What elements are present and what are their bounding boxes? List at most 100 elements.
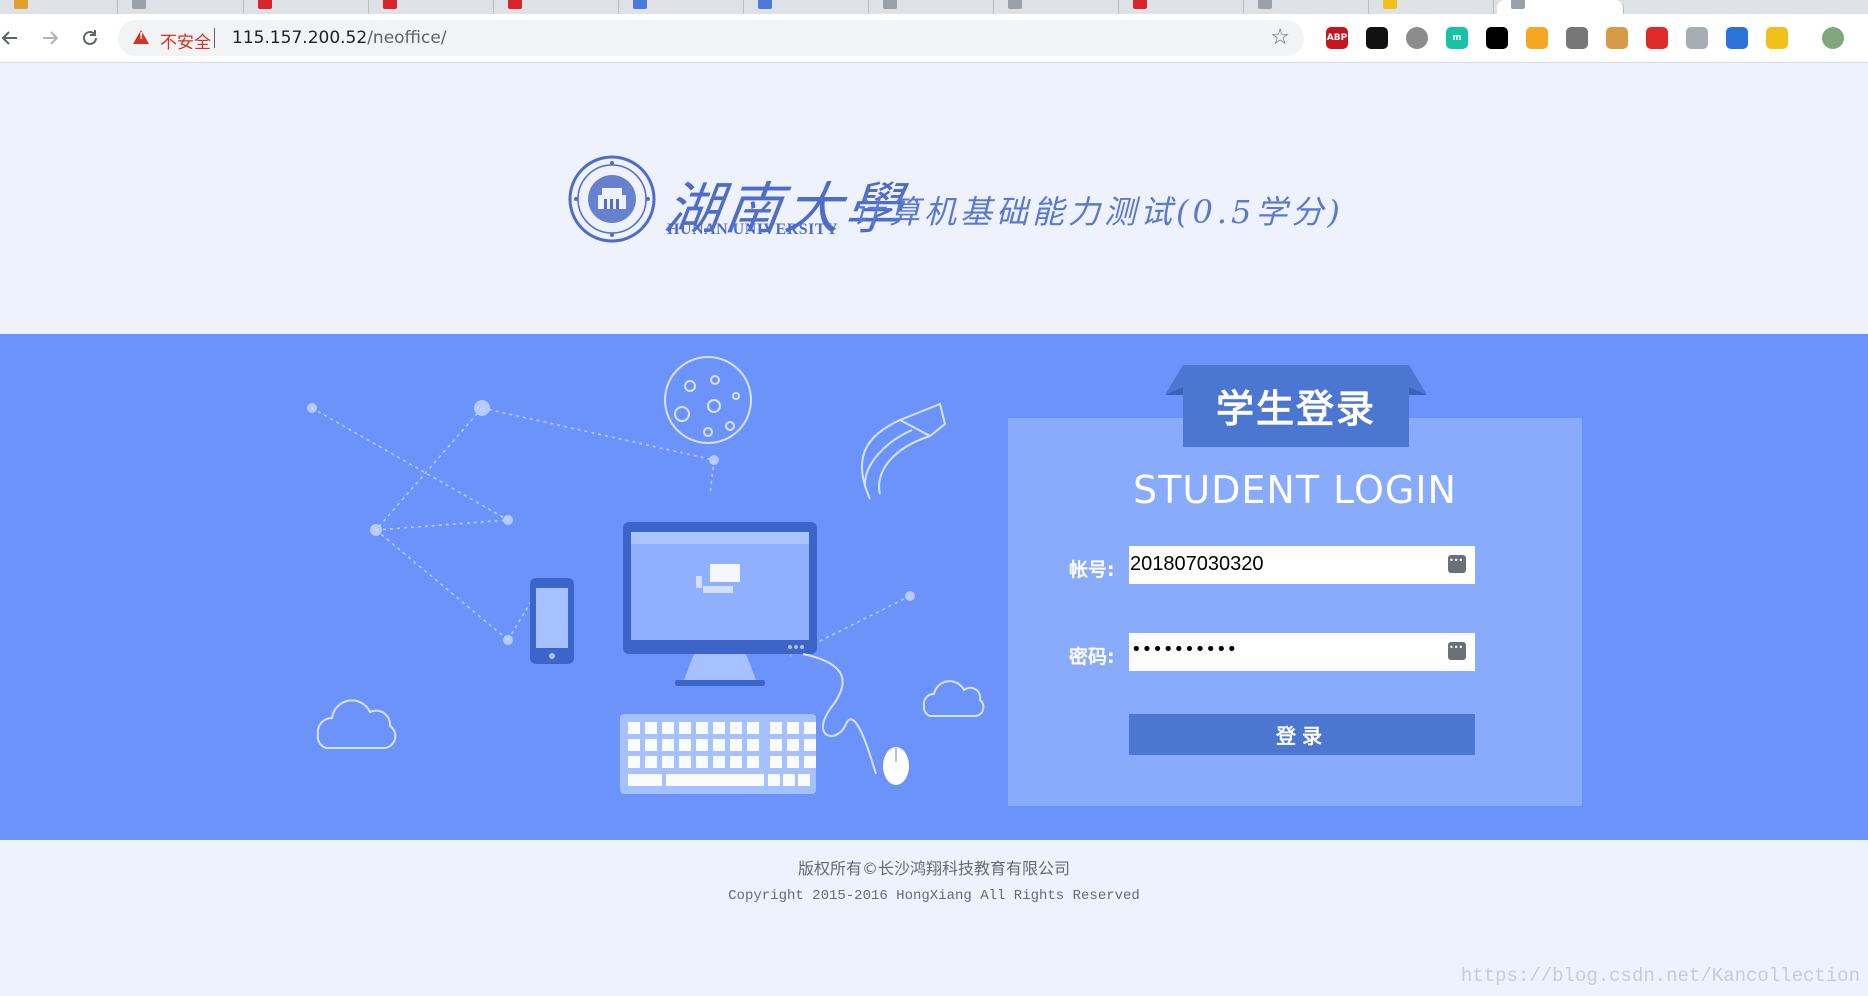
keyboard-key [662,722,674,734]
bookmark-star-icon[interactable]: ☆ [1270,25,1290,50]
keyboard-key [679,756,691,768]
cookie-extension-icon[interactable] [1606,27,1628,49]
browser-tab[interactable] [369,0,494,14]
keyboard-key [628,739,640,751]
login-button[interactable]: 登录 [1129,714,1475,755]
film-extension-icon[interactable] [1566,27,1588,49]
browser-toolbar: 不安全 115.157.200.52/neoffice/ ☆ ABP m [0,14,1868,63]
forward-arrow-icon [43,31,59,45]
footer-copyright-en: Copyright 2015-2016 HongXiang All Rights… [728,888,1140,904]
forward-button[interactable] [36,24,64,52]
keyboard-key [645,722,657,734]
keyboard-spacebar [666,774,764,786]
red-extension-icon[interactable] [1646,27,1668,49]
password-manager-icon[interactable] [1448,642,1466,660]
avatar-extension-icon[interactable] [1822,27,1844,49]
keyboard-key [713,722,725,734]
keyboard-key [747,722,759,734]
keyboard-key [787,739,799,751]
page-header: 湖南大學 HUNAN UNIVERSITY 计算机基础能力测试(0.5学分) [0,64,1868,334]
tab-favicon-icon [1383,0,1397,9]
tab-favicon-icon [383,0,397,9]
account-label: 帐号: [1069,559,1115,581]
keyboard-key [662,756,674,768]
keyboard-key [783,774,795,786]
keyboard-key [696,739,708,751]
browser-tab[interactable] [869,0,994,14]
keyboard-key [645,756,657,768]
tab-favicon-icon [508,0,522,9]
back-arrow-icon [1,31,17,45]
account-input-value: 201807030320 [1130,553,1264,575]
keyboard-key [713,739,725,751]
footer-copyright-cn: 版权所有©长沙鸿翔科技教育有限公司 [797,859,1070,878]
keyboard-key [787,722,799,734]
yellow-extension-icon[interactable] [1766,27,1788,49]
m-extension-icon[interactable]: m [1446,27,1468,49]
login-subtitle: STUDENT LOGIN [1133,468,1457,512]
browser-tab[interactable] [1244,0,1369,14]
page-title: 计算机基础能力测试(0.5学分) [852,193,1344,231]
password-manager-icon[interactable] [1448,555,1466,573]
back-button[interactable] [0,24,24,52]
tab-favicon-icon [1258,0,1272,9]
shooting-star-icon [860,402,947,500]
warning-icon [133,30,149,44]
browser-tab[interactable] [118,0,244,14]
cloud-icon-left [316,699,397,749]
url-path: /neoffice/ [367,28,447,48]
tab-favicon-icon [1008,0,1022,9]
keyboard-icon [620,714,816,794]
keyboard-key [679,722,691,734]
black-extension-icon[interactable] [1486,27,1508,49]
keyboard-key [770,739,782,751]
keyboard-key [768,774,780,786]
adblock-plus-icon[interactable]: ABP [1326,27,1348,49]
moon-icon [664,356,752,444]
keyboard-key [770,756,782,768]
browser-tab[interactable] [619,0,744,14]
watermark-text: https://blog.csdn.net/Kancollection [1460,965,1860,987]
new-tab-button[interactable] [1624,0,1664,14]
browser-tab[interactable] [1369,0,1494,14]
password-input[interactable]: •••••••••• [1129,633,1475,671]
browser-tab[interactable] [994,0,1119,14]
keyboard-key [662,739,674,751]
account-input[interactable]: 201807030320 [1129,546,1475,584]
login-title: 学生登录 [1215,387,1376,431]
browser-tab[interactable] [1119,0,1244,14]
browser-tab[interactable] [0,0,118,14]
keyboard-key [628,774,662,786]
tab-favicon-icon [14,0,28,9]
phone-icon [530,578,574,664]
keyboard-key [730,722,742,734]
insecure-label[interactable]: 不安全 [160,28,211,53]
blue-badge-extension-icon[interactable] [1726,27,1748,49]
mouse-icon [802,653,909,785]
keyboard-key [804,722,816,734]
keyboard-key [730,739,742,751]
password-input-value: •••••••••• [1131,639,1238,660]
constellation-dots [307,400,915,645]
url-text[interactable]: 115.157.200.52/neoffice/ [232,28,447,48]
keyboard-key [798,774,810,786]
browser-tab[interactable] [244,0,369,14]
keyboard-key [628,722,640,734]
play-extension-icon[interactable] [1526,27,1548,49]
page-content: 湖南大學 HUNAN UNIVERSITY 计算机基础能力测试(0.5学分) 学… [0,64,1868,996]
computer-illustration [307,356,985,794]
university-seal-icon [568,155,656,243]
keyboard-key [787,756,799,768]
browser-tab-active[interactable] [1497,0,1624,14]
reload-button[interactable] [76,24,104,52]
circle-extension-icon[interactable] [1406,27,1428,49]
keyboard-key [645,739,657,751]
tab-favicon-icon [758,0,772,9]
bird-extension-icon[interactable] [1686,27,1708,49]
url-host: 115.157.200.52 [232,28,368,48]
keyboard-key [696,756,708,768]
address-bar[interactable]: 不安全 115.157.200.52/neoffice/ ☆ [118,20,1304,56]
browser-tab[interactable] [744,0,869,14]
browser-tab[interactable] [494,0,619,14]
glasses-extension-icon[interactable] [1366,27,1388,49]
